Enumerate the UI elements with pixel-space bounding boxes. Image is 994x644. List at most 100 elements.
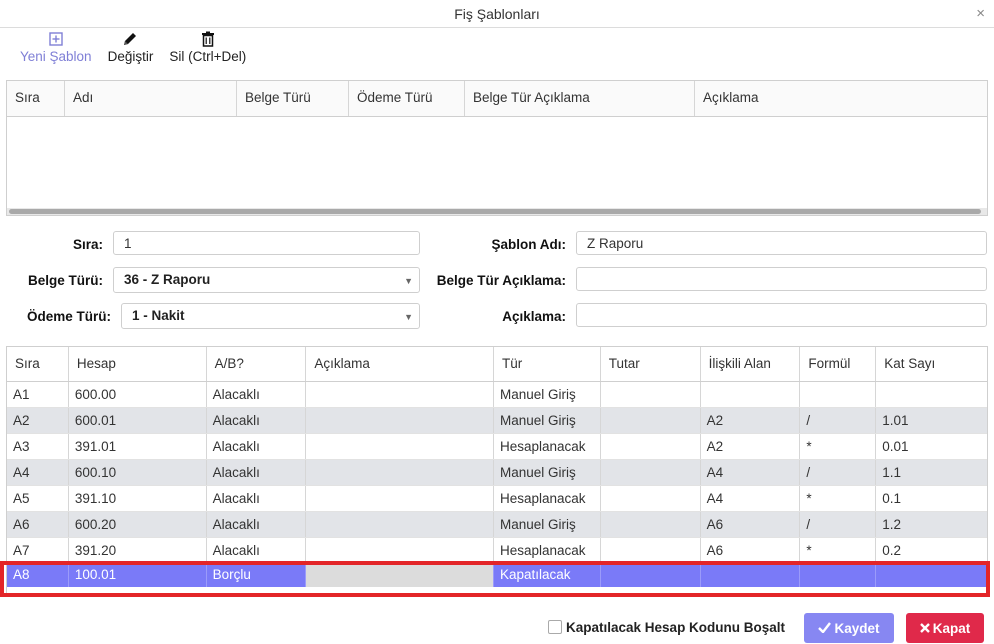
cell-iliskili-alan[interactable]: A4 (701, 460, 801, 485)
column-header-hesap[interactable]: Hesap (69, 347, 207, 381)
cell-kat-sayi[interactable] (876, 382, 987, 407)
cell-formul[interactable]: / (800, 460, 877, 485)
edit-button[interactable]: Değiştir (100, 30, 162, 72)
table-row[interactable]: A8 100.01 Borçlu Kapatılacak (7, 565, 987, 587)
cell-ab[interactable]: Borçlu (207, 565, 307, 587)
clear-account-code-label[interactable]: Kapatılacak Hesap Kodunu Boşalt (566, 620, 785, 635)
close-button[interactable]: Kapat (906, 613, 984, 643)
cell-hesap[interactable]: 391.20 (69, 538, 207, 563)
belge-tur-aciklama-input[interactable] (576, 267, 987, 291)
cell-formul[interactable] (800, 382, 877, 407)
table-row[interactable]: A2 600.01 Alacaklı Manuel Giriş A2/1.01 (7, 408, 987, 434)
horizontal-scrollbar[interactable] (7, 208, 987, 215)
cell-aciklama[interactable] (306, 408, 494, 433)
cell-tutar[interactable] (601, 538, 701, 563)
cell-ab[interactable]: Alacaklı (207, 434, 307, 459)
cell-formul[interactable]: / (800, 512, 877, 537)
table-row[interactable]: A3 391.01 Alacaklı Hesaplanacak A2 * 0.01 (7, 434, 987, 460)
cell-kat-sayi[interactable]: 0.01 (876, 434, 987, 459)
save-button[interactable]: Kaydet (804, 613, 894, 643)
cell-kat-sayi[interactable]: 0.2 (876, 538, 987, 563)
cell-tur[interactable]: Hesaplanacak (494, 486, 601, 511)
cell-aciklama[interactable] (306, 512, 494, 537)
cell-kat-sayi[interactable]: 1.2 (876, 512, 987, 537)
cell-ab[interactable]: Alacaklı (207, 382, 307, 407)
table-row[interactable]: A1 600.00 Alacaklı Manuel Giriş (7, 382, 987, 408)
cell-kat-sayi[interactable]: 0.1 (876, 486, 987, 511)
cell-formul[interactable] (800, 565, 877, 587)
cell-formul[interactable]: * (800, 486, 877, 511)
scrollbar-thumb[interactable] (9, 209, 981, 214)
cell-tur[interactable]: Hesaplanacak (494, 538, 601, 563)
new-template-button[interactable]: Yeni Şablon (12, 30, 100, 72)
column-header-adi[interactable]: Adı (65, 81, 237, 116)
odeme-turu-select[interactable]: 1 - Nakit ▼ (121, 303, 420, 329)
cell-hesap[interactable]: 600.01 (69, 408, 207, 433)
cell-iliskili-alan[interactable]: A6 (701, 538, 801, 563)
cell-iliskili-alan[interactable] (701, 382, 801, 407)
cell-iliskili-alan[interactable]: A6 (701, 512, 801, 537)
cell-iliskili-alan[interactable]: A2 (701, 408, 801, 433)
cell-hesap[interactable]: 391.01 (69, 434, 207, 459)
cell-hesap[interactable]: 600.20 (69, 512, 207, 537)
column-header-formul[interactable]: Formül (800, 347, 877, 381)
column-header-sira[interactable]: Sıra (7, 81, 65, 116)
table-row[interactable]: A7 391.20 Alacaklı Hesaplanacak A6 * 0.2 (7, 538, 987, 564)
cell-iliskili-alan[interactable]: A4 (701, 486, 801, 511)
column-header-tur[interactable]: Tür (494, 347, 601, 381)
cell-tur[interactable]: Manuel Giriş (494, 512, 601, 537)
column-header-belge-tur-aciklama[interactable]: Belge Tür Açıklama (465, 81, 695, 116)
table-row[interactable]: A6 600.20 Alacaklı Manuel Giriş A6/1.2 (7, 512, 987, 538)
cell-formul[interactable]: * (800, 434, 877, 459)
close-icon[interactable]: × (976, 5, 985, 22)
cell-aciklama[interactable] (306, 565, 494, 587)
delete-button[interactable]: Sil (Ctrl+Del) (161, 30, 254, 72)
table-row[interactable]: A5 391.10 Alacaklı Hesaplanacak A4 * 0.1 (7, 486, 987, 512)
cell-aciklama[interactable] (306, 486, 494, 511)
cell-tutar[interactable] (601, 460, 701, 485)
column-header-belge-turu[interactable]: Belge Türü (237, 81, 349, 116)
cell-sira[interactable]: A5 (7, 486, 69, 511)
column-header-ab[interactable]: A/B? (207, 347, 307, 381)
cell-aciklama[interactable] (306, 382, 494, 407)
column-header-iliskili-alan[interactable]: İlişkili Alan (701, 347, 801, 381)
belge-turu-select[interactable]: 36 - Z Raporu ▼ (113, 267, 420, 293)
cell-ab[interactable]: Alacaklı (207, 512, 307, 537)
cell-ab[interactable]: Alacaklı (207, 486, 307, 511)
cell-tur[interactable]: Manuel Giriş (494, 408, 601, 433)
cell-aciklama[interactable] (306, 460, 494, 485)
cell-sira[interactable]: A8 (7, 565, 69, 587)
cell-ab[interactable]: Alacaklı (207, 538, 307, 563)
cell-tur[interactable]: Kapatılacak (494, 565, 601, 587)
cell-tur[interactable]: Hesaplanacak (494, 434, 601, 459)
column-header-aciklama[interactable]: Açıklama (695, 81, 987, 116)
cell-tur[interactable]: Manuel Giriş (494, 460, 601, 485)
cell-sira[interactable]: A2 (7, 408, 69, 433)
cell-hesap[interactable]: 600.10 (69, 460, 207, 485)
column-header-sira[interactable]: Sıra (7, 347, 69, 381)
cell-aciklama[interactable] (306, 434, 494, 459)
cell-sira[interactable]: A4 (7, 460, 69, 485)
cell-ab[interactable]: Alacaklı (207, 408, 307, 433)
cell-tutar[interactable] (601, 565, 701, 587)
cell-sira[interactable]: A1 (7, 382, 69, 407)
cell-formul[interactable]: * (800, 538, 877, 563)
column-header-aciklama[interactable]: Açıklama (306, 347, 494, 381)
cell-hesap[interactable]: 100.01 (69, 565, 207, 587)
cell-tutar[interactable] (601, 434, 701, 459)
cell-tutar[interactable] (601, 486, 701, 511)
cell-sira[interactable]: A3 (7, 434, 69, 459)
cell-tur[interactable]: Manuel Giriş (494, 382, 601, 407)
cell-tutar[interactable] (601, 408, 701, 433)
aciklama-input[interactable] (576, 303, 987, 327)
cell-kat-sayi[interactable]: 1.01 (876, 408, 987, 433)
cell-hesap[interactable]: 600.00 (69, 382, 207, 407)
cell-ab[interactable]: Alacaklı (207, 460, 307, 485)
sira-input[interactable]: 1 (113, 231, 420, 255)
clear-account-code-checkbox[interactable] (548, 620, 562, 634)
cell-kat-sayi[interactable] (876, 565, 987, 587)
column-header-tutar[interactable]: Tutar (601, 347, 701, 381)
cell-tutar[interactable] (601, 382, 701, 407)
cell-iliskili-alan[interactable]: A2 (701, 434, 801, 459)
column-header-kat-sayi[interactable]: Kat Sayı (876, 347, 987, 381)
